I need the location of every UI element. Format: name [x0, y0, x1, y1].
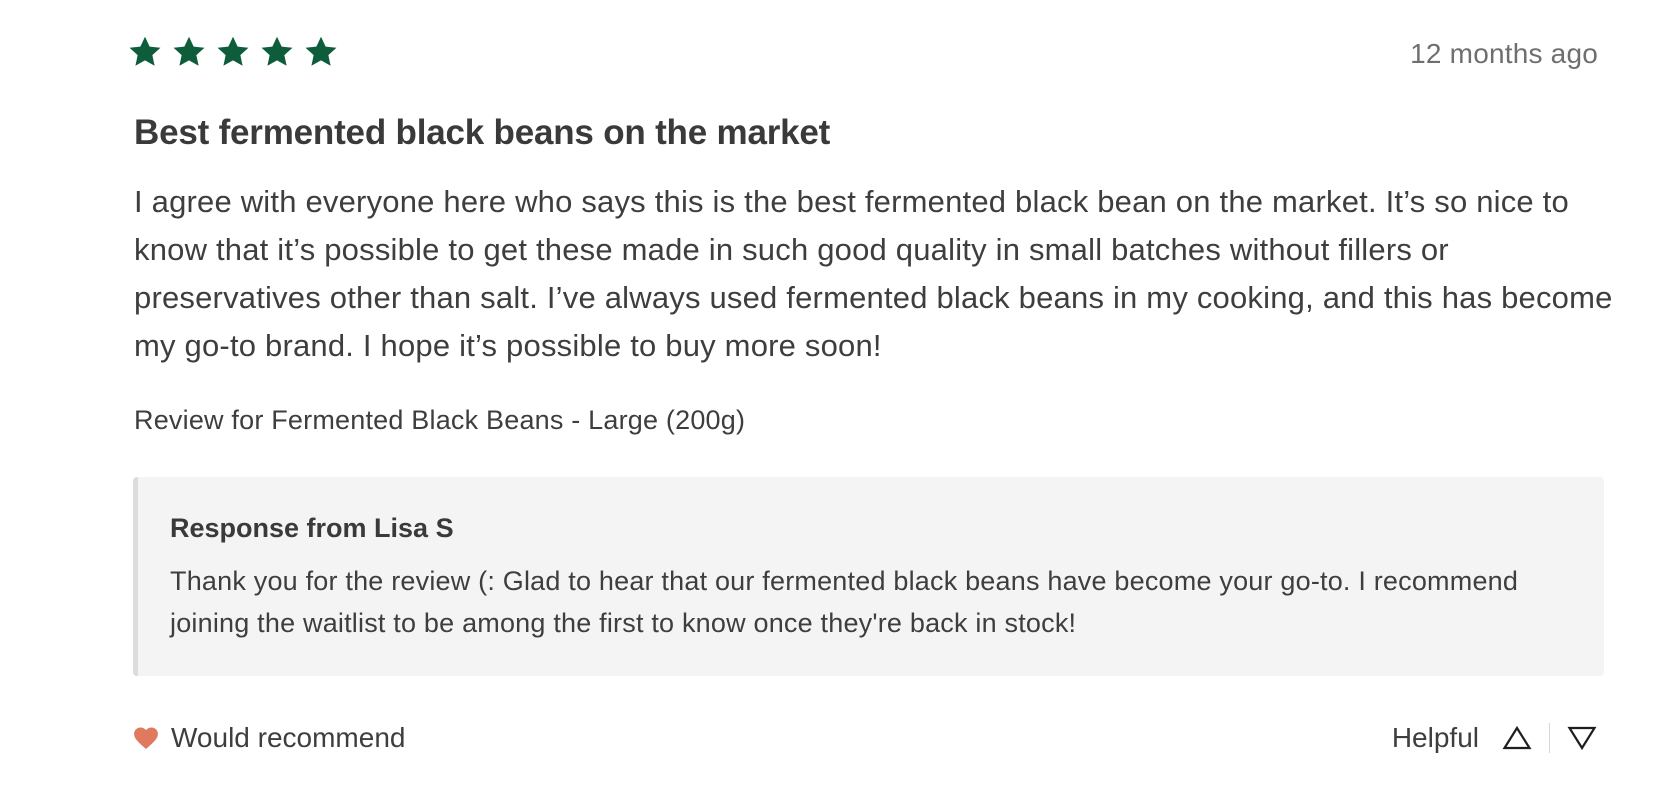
- seller-response: Response from Lisa S Thank you for the r…: [133, 477, 1604, 676]
- heart-icon: [134, 727, 158, 750]
- triangle-down-icon: [1567, 726, 1597, 751]
- helpful-voting: Helpful: [1392, 718, 1604, 758]
- star-icon: [217, 36, 249, 66]
- star-rating: [127, 34, 339, 70]
- star-icon: [261, 36, 293, 66]
- vote-divider: [1549, 723, 1550, 753]
- recommend-label: Would recommend: [171, 722, 406, 753]
- review-card: 12 months ago Best fermented black beans…: [0, 0, 1678, 803]
- would-recommend: Would recommend: [133, 722, 405, 754]
- response-title: Response from Lisa S: [170, 513, 454, 543]
- response-text: Thank you for the review (: Glad to hear…: [170, 566, 1519, 638]
- star-icon: [129, 36, 161, 66]
- star-icon: [173, 36, 205, 66]
- star-icon: [305, 36, 337, 66]
- downvote-button[interactable]: [1560, 718, 1604, 758]
- upvote-button[interactable]: [1495, 718, 1539, 758]
- review-body: I agree with everyone here who says this…: [134, 184, 1613, 363]
- helpful-label: Helpful: [1391, 722, 1479, 753]
- triangle-up-icon: [1502, 725, 1532, 750]
- review-timestamp: 12 months ago: [1410, 38, 1598, 69]
- review-title: Best fermented black beans on the market: [134, 113, 831, 152]
- reviewed-product: Review for Fermented Black Beans - Large…: [134, 405, 746, 435]
